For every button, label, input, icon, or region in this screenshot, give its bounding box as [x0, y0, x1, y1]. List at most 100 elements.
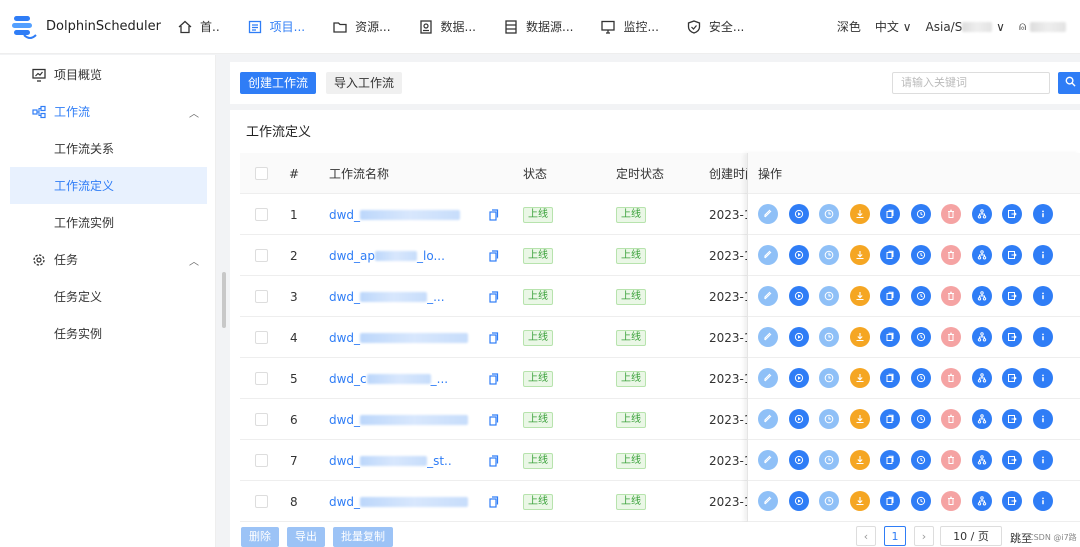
run-icon[interactable] — [788, 286, 809, 306]
edit-icon[interactable] — [758, 450, 778, 470]
edit-icon[interactable] — [758, 491, 778, 511]
tree-view-icon[interactable] — [971, 368, 992, 388]
timing-icon[interactable] — [819, 368, 839, 388]
cron-manage-icon[interactable] — [910, 368, 931, 388]
offline-icon[interactable] — [849, 286, 870, 306]
edit-icon[interactable] — [758, 245, 778, 265]
info-icon[interactable] — [1032, 327, 1053, 347]
run-icon[interactable] — [788, 450, 809, 470]
tree-view-icon[interactable] — [971, 450, 992, 470]
copy-name-icon[interactable] — [488, 358, 499, 399]
workflow-name-link[interactable]: dwd_ — [329, 317, 489, 358]
sidebar-item-workflow-definition[interactable]: 工作流定义 — [10, 167, 207, 204]
theme-toggle[interactable]: 深色 — [837, 18, 861, 35]
brand-logo[interactable]: DolphinScheduler — [0, 12, 161, 42]
delete-icon[interactable] — [941, 204, 961, 224]
export-icon[interactable] — [1002, 368, 1022, 388]
nav-item-home[interactable]: 首.. — [164, 0, 234, 54]
nav-item-security[interactable]: 安全... — [673, 0, 758, 54]
batch-copy-button[interactable]: 批量复制 — [333, 527, 393, 547]
export-icon[interactable] — [1002, 286, 1022, 306]
sidebar-item-workflow-relation[interactable]: 工作流关系 — [0, 130, 215, 167]
info-icon[interactable] — [1032, 286, 1053, 306]
delete-icon[interactable] — [941, 368, 961, 388]
copy-name-icon[interactable] — [488, 440, 499, 481]
nav-item-project[interactable]: 项目... — [234, 0, 319, 54]
offline-icon[interactable] — [849, 204, 870, 224]
delete-icon[interactable] — [941, 327, 961, 347]
next-page-button[interactable]: › — [914, 526, 934, 546]
copy-icon[interactable] — [880, 409, 900, 429]
export-icon[interactable] — [1002, 491, 1022, 511]
run-icon[interactable] — [788, 245, 809, 265]
cron-manage-icon[interactable] — [910, 245, 931, 265]
workflow-name-link[interactable]: dwd_ _... — [329, 276, 489, 317]
row-checkbox[interactable] — [255, 481, 268, 522]
import-workflow-button[interactable]: 导入工作流 — [326, 72, 403, 94]
info-icon[interactable] — [1032, 245, 1053, 265]
run-icon[interactable] — [788, 368, 809, 388]
search-input[interactable]: 请输入关键词 — [892, 72, 1050, 94]
copy-name-icon[interactable] — [488, 194, 499, 235]
workflow-name-link[interactable]: dwd_ap _lo... — [329, 235, 489, 276]
timing-icon[interactable] — [819, 491, 839, 511]
workflow-name-link[interactable]: dwd_c _... — [329, 358, 489, 399]
offline-icon[interactable] — [849, 368, 870, 388]
user-menu[interactable]: ⍝ — [1019, 19, 1066, 34]
row-checkbox[interactable] — [255, 399, 268, 440]
tree-view-icon[interactable] — [971, 286, 992, 306]
export-icon[interactable] — [1002, 204, 1022, 224]
cron-manage-icon[interactable] — [910, 327, 931, 347]
delete-icon[interactable] — [941, 491, 961, 511]
copy-name-icon[interactable] — [488, 276, 499, 317]
run-icon[interactable] — [788, 204, 809, 224]
row-checkbox[interactable] — [255, 358, 268, 399]
run-icon[interactable] — [788, 327, 809, 347]
timing-icon[interactable] — [819, 450, 839, 470]
copy-icon[interactable] — [880, 491, 900, 511]
cron-manage-icon[interactable] — [910, 286, 931, 306]
copy-icon[interactable] — [880, 450, 900, 470]
offline-icon[interactable] — [849, 327, 870, 347]
page-size-select[interactable]: 10 / 页 — [940, 526, 1002, 546]
batch-export-button[interactable]: 导出 — [287, 527, 325, 547]
row-checkbox[interactable] — [255, 235, 268, 276]
export-icon[interactable] — [1002, 409, 1022, 429]
copy-icon[interactable] — [880, 245, 900, 265]
batch-delete-button[interactable]: 删除 — [241, 527, 279, 547]
edit-icon[interactable] — [758, 368, 778, 388]
copy-name-icon[interactable] — [488, 317, 499, 358]
info-icon[interactable] — [1032, 204, 1053, 224]
nav-item-datasource[interactable]: 数据源... — [490, 0, 587, 54]
run-icon[interactable] — [788, 491, 809, 511]
timezone-select[interactable]: Asia/S ∨ — [926, 20, 1005, 34]
tree-view-icon[interactable] — [971, 204, 992, 224]
timing-icon[interactable] — [819, 327, 839, 347]
copy-name-icon[interactable] — [488, 481, 499, 522]
edit-icon[interactable] — [758, 204, 778, 224]
offline-icon[interactable] — [849, 245, 870, 265]
nav-item-monitor[interactable]: 监控... — [587, 0, 672, 54]
copy-icon[interactable] — [880, 286, 900, 306]
timing-icon[interactable] — [819, 286, 839, 306]
export-icon[interactable] — [1002, 327, 1022, 347]
run-icon[interactable] — [788, 409, 809, 429]
edit-icon[interactable] — [758, 286, 778, 306]
sidebar-item-workflow[interactable]: 工作流 ︿ — [0, 93, 215, 130]
sidebar-item-workflow-instance[interactable]: 工作流实例 — [0, 204, 215, 241]
offline-icon[interactable] — [849, 491, 870, 511]
tree-view-icon[interactable] — [971, 409, 992, 429]
sidebar-scrollbar[interactable] — [222, 272, 226, 328]
copy-name-icon[interactable] — [488, 399, 499, 440]
sidebar-item-project-overview[interactable]: 项目概览 — [0, 56, 215, 93]
edit-icon[interactable] — [758, 327, 778, 347]
sidebar-item-task[interactable]: 任务 ︿ — [0, 241, 215, 278]
delete-icon[interactable] — [941, 286, 961, 306]
copy-icon[interactable] — [880, 204, 900, 224]
cron-manage-icon[interactable] — [910, 450, 931, 470]
info-icon[interactable] — [1032, 409, 1053, 429]
row-checkbox[interactable] — [255, 317, 268, 358]
nav-item-resources[interactable]: 资源... — [319, 0, 404, 54]
prev-page-button[interactable]: ‹ — [856, 526, 876, 546]
info-icon[interactable] — [1032, 368, 1053, 388]
